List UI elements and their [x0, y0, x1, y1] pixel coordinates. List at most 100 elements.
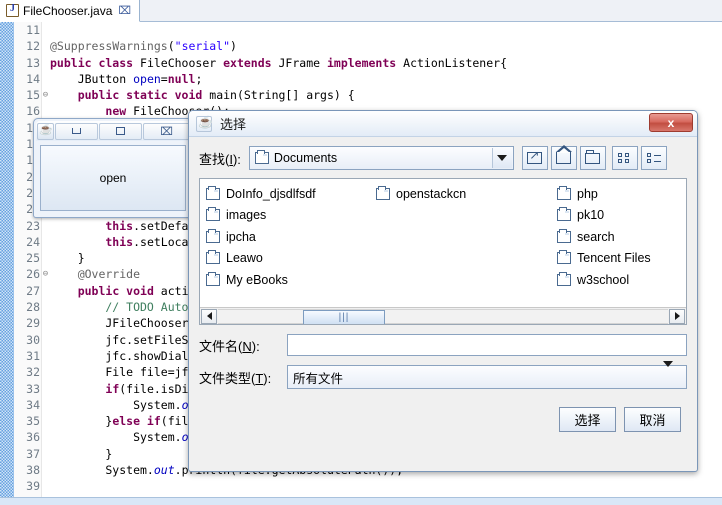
dialog-titlebar[interactable]: 选择 x — [189, 111, 697, 137]
new-folder-icon — [585, 149, 601, 164]
file-list-item[interactable]: pk10 — [555, 205, 686, 227]
file-chooser-dialog[interactable]: 选择 x 查找(I): Documents — [188, 110, 698, 472]
dialog-toolbar — [521, 145, 667, 170]
code-line: 13 public class FileChooser extends JFram… — [0, 55, 722, 71]
file-list-item-label: w3school — [577, 272, 630, 287]
scroll-left-button[interactable] — [201, 308, 217, 324]
file-list-item-label: search — [577, 229, 615, 244]
list-view-button[interactable] — [640, 146, 667, 170]
up-one-level-button[interactable] — [521, 146, 548, 170]
dialog-close-button[interactable]: x — [649, 113, 693, 132]
line-number: 15 — [26, 88, 40, 103]
line-number: 34 — [26, 397, 40, 412]
file-name-label-prefix: 文件名( — [199, 338, 243, 354]
java-file-icon — [6, 3, 19, 17]
minimize-button[interactable] — [55, 122, 99, 140]
scroll-right-button[interactable] — [669, 308, 685, 324]
dialog-button-row: 选择 取消 — [199, 407, 687, 432]
file-name-label-suffix: ): — [251, 338, 260, 354]
new-folder-button[interactable] — [579, 146, 606, 170]
maximize-button[interactable] — [99, 122, 143, 140]
file-list-item-label: images — [226, 208, 267, 223]
home-button[interactable] — [550, 145, 577, 170]
look-in-label-prefix: 查找( — [199, 151, 230, 167]
chevron-down-icon[interactable] — [663, 361, 685, 389]
folder-icon — [557, 207, 571, 222]
folder-icon — [206, 250, 220, 265]
file-list-item[interactable]: My eBooks — [204, 269, 374, 291]
file-type-combobox[interactable]: 所有文件 — [287, 361, 687, 389]
line-number: 23 — [26, 218, 40, 233]
line-number: 24 — [26, 234, 40, 249]
line-number: 25 — [26, 251, 40, 266]
line-number: 12 — [26, 39, 40, 54]
file-name-input[interactable] — [287, 334, 687, 356]
file-list-item[interactable]: Leawo — [204, 248, 374, 270]
file-list-item[interactable]: w3school — [555, 269, 686, 291]
line-number: 31 — [26, 348, 40, 363]
look-in-combobox[interactable]: Documents — [248, 146, 514, 170]
arrow-left-icon — [206, 312, 212, 320]
look-in-label: 查找(I): — [199, 149, 241, 168]
file-list-item[interactable]: php — [555, 183, 686, 205]
line-number: 26 — [26, 267, 40, 282]
open-button[interactable]: open — [40, 145, 186, 211]
file-list-item[interactable]: Tencent Files — [555, 248, 686, 270]
code-line: 14 JButton open=null; — [0, 71, 722, 87]
chevron-down-icon[interactable] — [491, 148, 512, 168]
folder-icon — [557, 185, 571, 200]
cancel-button[interactable]: 取消 — [624, 407, 681, 432]
folder-icon — [206, 228, 220, 243]
file-list-panel[interactable]: DoInfo_djsdlfsdfimages ipcha Leawo My eBook… — [199, 178, 687, 325]
file-list-item[interactable]: openstackcn — [374, 183, 544, 205]
code-line: 39 — [0, 478, 722, 494]
file-list-item-label: php — [577, 186, 598, 201]
line-number: 30 — [26, 332, 40, 347]
file-list-item[interactable]: DoInfo_djsdlfsdf — [204, 183, 374, 205]
arrow-right-icon — [674, 312, 680, 320]
approve-button[interactable]: 选择 — [559, 407, 616, 432]
file-list-item-label: Leawo — [226, 251, 263, 266]
file-list-item-label: My eBooks — [226, 272, 288, 287]
code-text: JButton open=null; — [50, 71, 203, 86]
file-type-value: 所有文件 — [293, 371, 344, 386]
scrollbar-track[interactable]: ||| — [218, 308, 668, 324]
dialog-title: 选择 — [220, 117, 247, 132]
up-folder-icon — [527, 148, 543, 164]
code-text: public class FileChooser extends JFrame … — [50, 55, 507, 70]
folder-icon — [557, 271, 571, 286]
java-app-titlebar[interactable]: ⌧ — [36, 121, 191, 141]
file-list-item-label: ipcha — [226, 229, 256, 244]
look-in-label-suffix: ): — [232, 151, 241, 167]
line-number: 35 — [26, 414, 40, 429]
code-text: } — [50, 446, 113, 461]
line-number: 38 — [26, 463, 40, 478]
status-strip — [0, 497, 722, 505]
tiles-view-button[interactable] — [611, 146, 638, 170]
dialog-body: 查找(I): Documents ↗ DoInfo_djsdlfsdf imag… — [189, 137, 697, 471]
scrollbar-thumb[interactable]: ||| — [303, 309, 385, 324]
code-line: 11 — [0, 22, 722, 38]
code-text: public static void main(String[] args) { — [77, 88, 355, 103]
fold-toggle-icon[interactable]: ⊖ — [41, 266, 50, 282]
folder-icon — [206, 271, 220, 286]
close-button[interactable]: ⌧ — [143, 122, 191, 140]
file-list-item-label: openstackcn — [396, 186, 467, 201]
file-list-item-label: pk10 — [577, 208, 605, 223]
file-list-item[interactable]: ipcha — [204, 226, 374, 248]
code-text: @Override — [50, 267, 141, 282]
line-number: 33 — [26, 381, 40, 396]
folder-icon — [206, 207, 220, 222]
tab-filechooser-java[interactable]: FileChooser.java ⌧ — [0, 0, 141, 22]
fold-toggle-icon[interactable]: ⊖ — [41, 87, 50, 103]
java-cup-icon — [37, 122, 54, 140]
file-type-label-prefix: 文件类型( — [199, 370, 256, 386]
file-name-label: 文件名(N): — [199, 336, 287, 355]
file-list-item[interactable]: images — [204, 205, 374, 227]
folder-icon — [254, 150, 269, 164]
file-list-horizontal-scrollbar[interactable]: ||| — [200, 307, 686, 324]
file-list-item[interactable]: search — [555, 226, 686, 248]
java-app-window[interactable]: ⌧ open — [33, 118, 193, 218]
file-list-column-2: phppk10searchTencent Filesw3schoolYouku … — [555, 183, 684, 306]
close-icon[interactable]: ⌧ — [118, 4, 131, 17]
